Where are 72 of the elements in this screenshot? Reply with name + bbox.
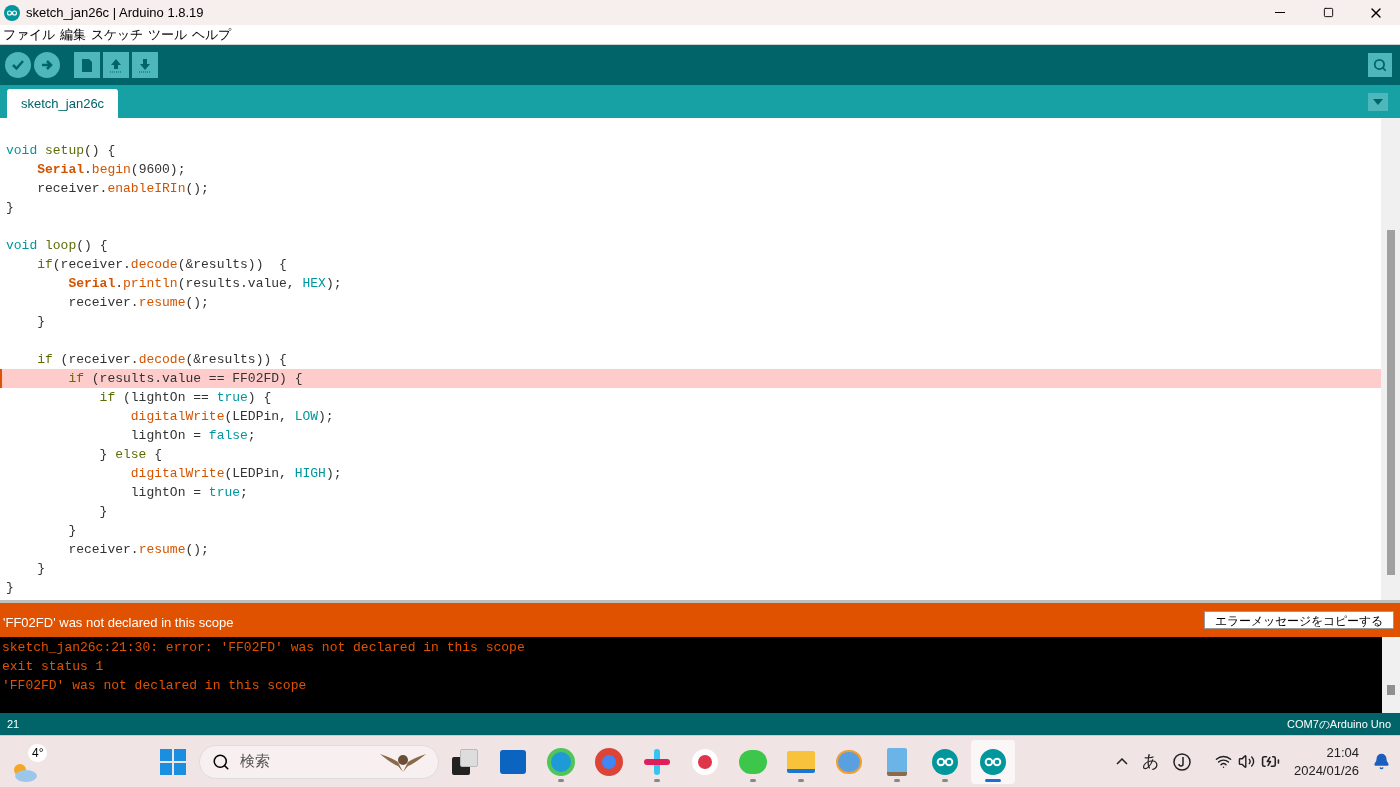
code-line: receiver.enableIRIn(); xyxy=(36,180,210,198)
code-line: if (receiver.decode(&results)) { xyxy=(36,351,288,369)
code-line: Serial.println(results.value, HEX); xyxy=(67,275,343,293)
arduino-app-icon[interactable] xyxy=(970,739,1015,784)
weather-widget[interactable]: 4° xyxy=(10,741,50,782)
menu-item[interactable]: ファイル xyxy=(3,24,55,45)
arrow-down-icon xyxy=(138,57,152,73)
document-icon xyxy=(81,57,93,73)
code-line: digitalWrite(LEDPin, LOW); xyxy=(129,408,335,426)
console-line: 'FF02FD' was not declared in this scope xyxy=(2,677,308,695)
arrow-up-icon xyxy=(109,57,123,73)
menu-item[interactable]: ツール xyxy=(148,24,187,45)
open-button[interactable] xyxy=(103,52,129,78)
menu-item[interactable]: ヘルプ xyxy=(192,24,231,45)
code-line: if (lightOn == true) { xyxy=(98,389,273,407)
save-button[interactable] xyxy=(132,52,158,78)
check-icon xyxy=(11,58,25,72)
upload-button[interactable] xyxy=(34,52,60,78)
wifi-icon[interactable] xyxy=(1214,753,1232,770)
temperature: 4° xyxy=(28,743,48,762)
window-title: sketch_jan26c | Arduino 1.8.19 xyxy=(26,3,204,22)
circle-letter-icon xyxy=(1172,752,1191,771)
error-message: 'FF02FD' was not declared in this scope xyxy=(3,614,234,633)
windows-logo-icon xyxy=(159,748,186,775)
menu-item[interactable]: スケッチ xyxy=(91,24,143,45)
bell-icon[interactable] xyxy=(1373,753,1390,770)
code-line: Serial.begin(9600); xyxy=(36,161,187,179)
app-logo-icon xyxy=(4,4,20,21)
code-line: if(receiver.decode(&results)) { xyxy=(36,256,288,274)
console-line: sketch_jan26c:21:30: error: 'FF02FD' was not declared in this scope xyxy=(2,639,526,657)
infinity-logo-icon xyxy=(979,748,1006,775)
serial-monitor-button[interactable] xyxy=(1368,53,1392,77)
ime-indicator[interactable]: あ xyxy=(1141,748,1159,775)
sketch-tab[interactable]: sketch_jan26c xyxy=(7,89,119,118)
console-scrollbar[interactable] xyxy=(1382,637,1400,713)
maximize-icon xyxy=(1322,7,1334,18)
code-line: } xyxy=(67,522,78,540)
chevron-up-icon[interactable] xyxy=(1115,758,1128,765)
code-line: void setup() { xyxy=(5,142,117,160)
board-info: COM7のArduino Uno xyxy=(1287,716,1391,732)
clock-date[interactable]: 2024/01/26 xyxy=(1293,761,1359,780)
new-button[interactable] xyxy=(74,52,100,78)
code-line: receiver.resume(); xyxy=(67,541,210,559)
search-input[interactable]: 検索 xyxy=(239,750,360,773)
clock-time[interactable]: 21:04 xyxy=(1326,743,1359,762)
code-line: } xyxy=(36,313,46,331)
code-editor[interactable] xyxy=(0,118,1400,603)
line-number: 21 xyxy=(7,716,20,732)
code-line: } xyxy=(98,503,109,521)
menu-item[interactable]: 編集 xyxy=(60,24,86,45)
tab-menu-button[interactable] xyxy=(1368,93,1388,111)
copy-error-button[interactable]: エラーメッセージをコピーする xyxy=(1204,611,1394,629)
code-line: receiver.resume(); xyxy=(67,294,210,312)
search-icon xyxy=(211,752,230,771)
code-line: } else { xyxy=(98,446,164,464)
code-line: } xyxy=(5,579,15,597)
verify-button[interactable] xyxy=(5,52,31,78)
infinity-logo-icon xyxy=(931,748,958,775)
code-line: digitalWrite(LEDPin, HIGH); xyxy=(129,465,343,483)
taskbar-search-field[interactable]: 検索 xyxy=(198,744,439,779)
code-line: void loop() { xyxy=(5,237,109,255)
code-line: lightOn = true; xyxy=(129,484,249,502)
minimize-icon xyxy=(1275,12,1285,13)
volume-icon[interactable] xyxy=(1237,753,1255,770)
scrollbar[interactable] xyxy=(1381,118,1400,600)
code-line: } xyxy=(5,199,15,217)
console-line: exit status 1 xyxy=(2,658,105,676)
code-line: lightOn = false; xyxy=(129,427,257,445)
magnifier-icon xyxy=(1373,58,1387,72)
code-line: } xyxy=(36,560,46,578)
arrow-right-icon xyxy=(40,58,54,72)
caret-icon xyxy=(1373,99,1383,105)
